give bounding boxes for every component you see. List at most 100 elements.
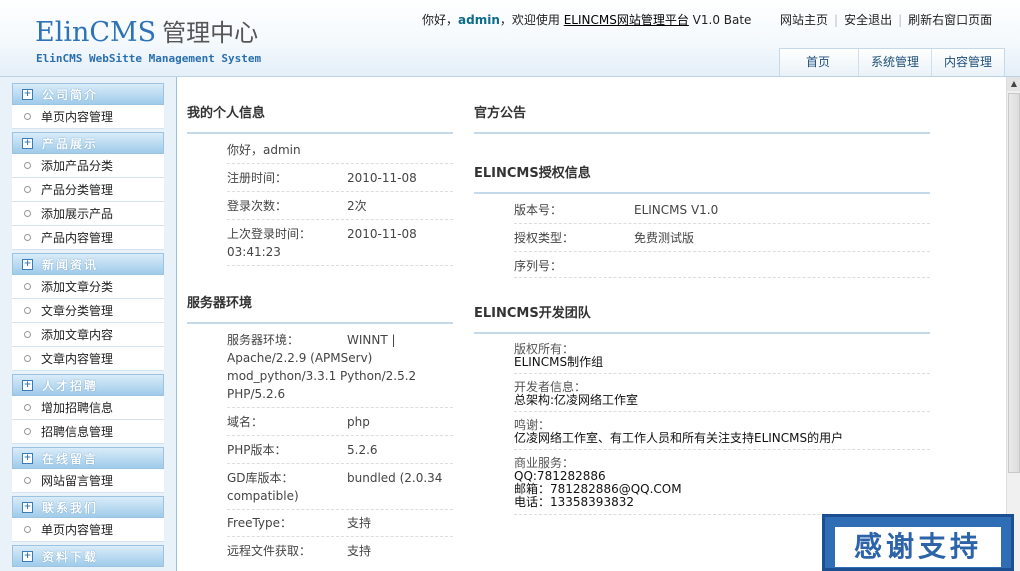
divider (227, 219, 453, 220)
divider (514, 373, 930, 374)
sidebar-item[interactable]: 添加展示产品 (12, 202, 164, 226)
bullet-icon (24, 331, 31, 338)
divider (227, 191, 453, 192)
thanks-badge[interactable]: 感谢支持 (822, 514, 1014, 571)
bullet-icon (24, 355, 31, 362)
bullet-icon (24, 210, 31, 217)
divider (227, 536, 453, 537)
section-title-server: 服务器环境 (187, 292, 453, 324)
welcome-prefix: 你好， (422, 13, 459, 27)
tab-system[interactable]: 系统管理 (858, 49, 932, 76)
cat-label: 在线留言 (42, 452, 99, 466)
row-value-cont: mod_python/3.3.1 Python/2.5.2 (227, 369, 417, 383)
sidebar-cat-messages[interactable]: + 在线留言 (12, 447, 164, 469)
sidebar-item-label: 单页内容管理 (41, 523, 114, 537)
main-content: 我的个人信息 你好，admin 注册时间： 2010-11-08 登录次数： 2次 … (177, 77, 1006, 571)
sidebar-item[interactable]: 产品分类管理 (12, 178, 164, 202)
top-links: 网站主页 | 安全退出 | 刷新右窗口页面 (780, 11, 992, 28)
info-row: 服务器环境： WINNT | Apache/2.2.9 (APMServ) mo… (227, 331, 453, 405)
divider (514, 251, 930, 252)
section-title-team: ELINCMS开发团队 (474, 302, 930, 334)
expand-icon: + (22, 502, 33, 513)
scroll-up-icon[interactable]: ▲ (1007, 77, 1020, 91)
divider (227, 509, 453, 510)
sidebar-item-label: 单页内容管理 (41, 110, 114, 124)
cat-label: 产品展示 (42, 137, 99, 151)
row-value: WINNT | (347, 333, 396, 347)
thanks-badge-text: 感谢支持 (835, 527, 1001, 567)
logo-subtitle: ElinCMS WebSitte Management System (36, 52, 262, 65)
bullet-icon (24, 404, 31, 411)
row-value-cont: 03:41:23 (227, 245, 281, 259)
tab-home[interactable]: 首页 (780, 49, 858, 76)
sidebar-item[interactable]: 添加文章内容 (12, 323, 164, 347)
row-label: PHP版本： (227, 443, 287, 457)
sidebar-item[interactable]: 添加产品分类 (12, 154, 164, 178)
info-row: 上次登录时间： 2010-11-08 03:41:23 (227, 225, 453, 263)
sidebar-cat-company[interactable]: + 公司简介 (12, 83, 164, 105)
link-separator: | (898, 13, 903, 27)
sidebar-item-label: 添加文章内容 (41, 328, 114, 342)
sidebar-item-label: 添加文章分类 (41, 280, 114, 294)
row-value-cont: PHP/5.2.6 (227, 387, 286, 401)
version-text: V1.0 Bate (688, 13, 752, 27)
sidebar-item[interactable]: 增加招聘信息 (12, 396, 164, 420)
expand-icon: + (22, 551, 33, 562)
sidebar-item-label: 添加展示产品 (41, 207, 114, 221)
logo: ElinCMS 管理中心 (35, 16, 258, 50)
sidebar-item[interactable]: 单页内容管理 (12, 518, 164, 542)
bullet-icon (24, 477, 31, 484)
sidebar-item-label: 添加产品分类 (41, 159, 114, 173)
row-value: 2010-11-08 (347, 227, 417, 241)
row-label: 授权类型： (514, 231, 575, 245)
sidebar-item-label: 招聘信息管理 (41, 425, 114, 439)
sidebar-item[interactable]: 文章分类管理 (12, 299, 164, 323)
info-row: GD库版本： bundled (2.0.34 compatible) (227, 469, 453, 507)
bullet-icon (24, 113, 31, 120)
row-value-cont: Apache/2.2.9 (APMServ) (227, 351, 373, 365)
row-label: 域名： (227, 415, 264, 429)
sidebar-cat-news[interactable]: + 新闻资讯 (12, 253, 164, 275)
bullet-icon (24, 162, 31, 169)
scrollbar[interactable]: ▲ (1006, 77, 1020, 571)
divider (227, 463, 453, 464)
sidebar-item[interactable]: 文章内容管理 (12, 347, 164, 371)
bullet-icon (24, 428, 31, 435)
row-label: GD库版本： (227, 471, 294, 485)
sidebar-item-label: 文章分类管理 (41, 304, 114, 318)
platform-link[interactable]: ELINCMS网站管理平台 (564, 13, 689, 27)
row-label: 注册时间： (227, 171, 288, 185)
sidebar-item[interactable]: 添加文章分类 (12, 275, 164, 299)
row-value-cont: compatible) (227, 489, 299, 503)
refresh-link[interactable]: 刷新右窗口页面 (908, 13, 992, 27)
row-value: 支持 (347, 516, 372, 530)
sidebar-item[interactable]: 产品内容管理 (12, 226, 164, 250)
sidebar-item-label: 增加招聘信息 (41, 401, 114, 415)
cat-label: 资料下载 (42, 550, 99, 564)
logout-link[interactable]: 安全退出 (844, 13, 892, 27)
expand-icon: + (22, 89, 33, 100)
row-label: 上次登录时间： (227, 227, 312, 241)
tab-content[interactable]: 内容管理 (931, 49, 1005, 76)
scroll-thumb[interactable] (1008, 93, 1020, 473)
sidebar-cat-downloads[interactable]: + 资料下载 (12, 545, 164, 567)
sidebar-item-label: 产品分类管理 (41, 183, 114, 197)
sidebar-cat-products[interactable]: + 产品展示 (12, 132, 164, 154)
row-value: 2010-11-08 (347, 171, 417, 185)
sidebar-cat-contact[interactable]: + 联系我们 (12, 496, 164, 518)
sidebar-cat-jobs[interactable]: + 人才招聘 (12, 374, 164, 396)
row-value: 2次 (347, 199, 367, 213)
cat-label: 新闻资讯 (42, 258, 99, 272)
sidebar-item[interactable]: 单页内容管理 (12, 105, 164, 129)
sidebar-item[interactable]: 招聘信息管理 (12, 420, 164, 444)
logo-en: ElinCMS (35, 17, 157, 48)
divider (227, 163, 453, 164)
home-link[interactable]: 网站主页 (780, 13, 828, 27)
username: admin (458, 13, 500, 27)
info-value: 亿凌网络工作室、有工作人员和所有关注支持ELINCMS的用户 (514, 431, 844, 445)
sidebar: + 公司简介 单页内容管理 + 产品展示 添加产品分类 产品分类管理 添加展示产品 … (0, 77, 177, 571)
sidebar-item[interactable]: 网站留言管理 (12, 469, 164, 493)
expand-icon: + (22, 453, 33, 464)
team-thanks: 鸣谢： 亿凌网络工作室、有工作人员和所有关注支持ELINCMS的用户 (514, 419, 930, 445)
sidebar-item-label: 产品内容管理 (41, 231, 114, 245)
